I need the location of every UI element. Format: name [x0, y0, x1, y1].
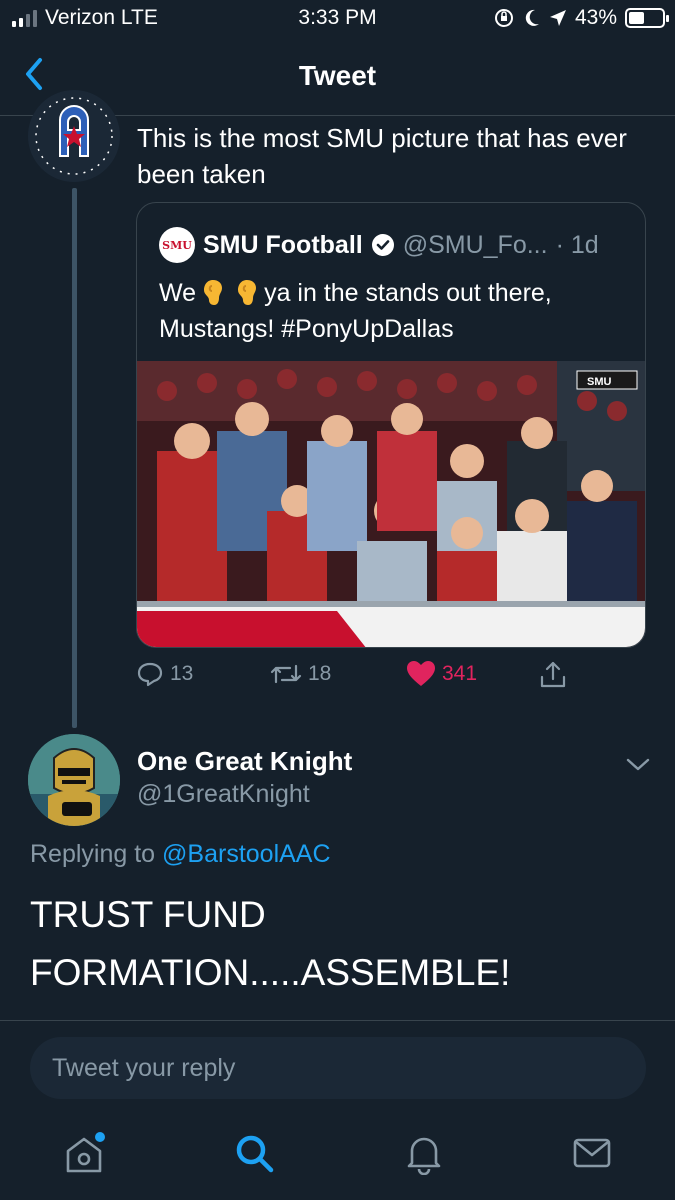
retweet-count: 18 — [308, 662, 332, 685]
replying-prefix: Replying to — [30, 840, 156, 868]
tab-bar — [0, 1131, 675, 1191]
tweet-text: This is the most SMU picture that has ev… — [137, 123, 627, 189]
crowd-photo-image: SMU — [137, 361, 645, 647]
share-button[interactable] — [538, 660, 568, 690]
ear-emoji-icon — [238, 280, 257, 305]
location-icon — [549, 10, 566, 26]
home-icon — [66, 1132, 105, 1173]
messages-icon — [573, 1138, 611, 1168]
retweet-icon — [270, 664, 302, 684]
search-icon — [236, 1135, 274, 1173]
smu-banner-text: SMU — [587, 376, 612, 388]
tab-home[interactable] — [62, 1131, 106, 1175]
smu-avatar: SMU — [159, 227, 195, 263]
quoted-tweet[interactable]: SMU SMU Football @SMU_Fo... · 1d We ya in… — [136, 202, 646, 648]
battery-icon — [625, 8, 669, 28]
battery-percent: 43% — [574, 6, 617, 29]
stadium-crowd-photo[interactable]: SMU — [137, 361, 645, 647]
notifications-icon — [407, 1137, 441, 1176]
page-title: Tweet — [298, 60, 377, 91]
reply-author-name: One Great Knight — [137, 746, 353, 776]
moon-icon — [525, 9, 539, 26]
one-great-knight-avatar[interactable] — [28, 734, 120, 826]
thread-line — [72, 188, 77, 728]
quoted-author-name: SMU Football — [203, 230, 363, 259]
reply-icon — [137, 662, 163, 687]
retweet-button[interactable]: 18 — [270, 660, 331, 688]
reply-composer-bar: Tweet your reply — [0, 1020, 675, 1200]
status-right: 43% — [493, 6, 669, 30]
barstool-logo-icon — [28, 90, 120, 182]
tab-messages[interactable] — [570, 1131, 614, 1175]
quoted-tweet-text: We ya in the stands out there, Mustangs! … — [159, 275, 629, 347]
orientation-lock-icon — [494, 9, 513, 27]
share-icon — [540, 661, 566, 688]
replying-to-line: Replying to @BarstoolAAC — [30, 840, 331, 869]
verified-badge-icon — [371, 234, 394, 256]
reply-button[interactable]: 13 — [136, 660, 193, 688]
barstool-avatar[interactable] — [28, 90, 120, 182]
tweet-actions: 13 18 341 — [136, 660, 576, 696]
reply-author-handle: @1GreatKnight — [137, 780, 310, 808]
quoted-text-before: We — [159, 279, 197, 307]
quoted-author-handle: @SMU_Fo... — [402, 230, 548, 259]
heart-icon — [407, 661, 435, 686]
reply-input[interactable]: Tweet your reply — [30, 1037, 646, 1099]
like-button[interactable]: 341 — [406, 660, 477, 688]
smu-logo-text: SMU — [162, 238, 192, 252]
like-count: 341 — [442, 662, 478, 685]
ear-emoji-icon — [204, 280, 223, 305]
tab-search[interactable] — [232, 1131, 276, 1175]
replying-to-link[interactable]: @BarstoolAAC — [162, 840, 331, 868]
tab-notifications[interactable] — [402, 1131, 446, 1176]
knight-mascot-icon — [28, 734, 120, 826]
quoted-tweet-time: · 1d — [555, 230, 599, 259]
chevron-down-icon[interactable] — [624, 752, 652, 776]
status-bar: Verizon LTE 3:33 PM 43% — [0, 0, 675, 36]
reply-count: 13 — [170, 662, 194, 685]
quoted-tweet-header: SMU SMU Football @SMU_Fo... · 1d — [159, 227, 599, 263]
reply-text: TRUST FUND FORMATION.....ASSEMBLE! — [30, 894, 511, 993]
